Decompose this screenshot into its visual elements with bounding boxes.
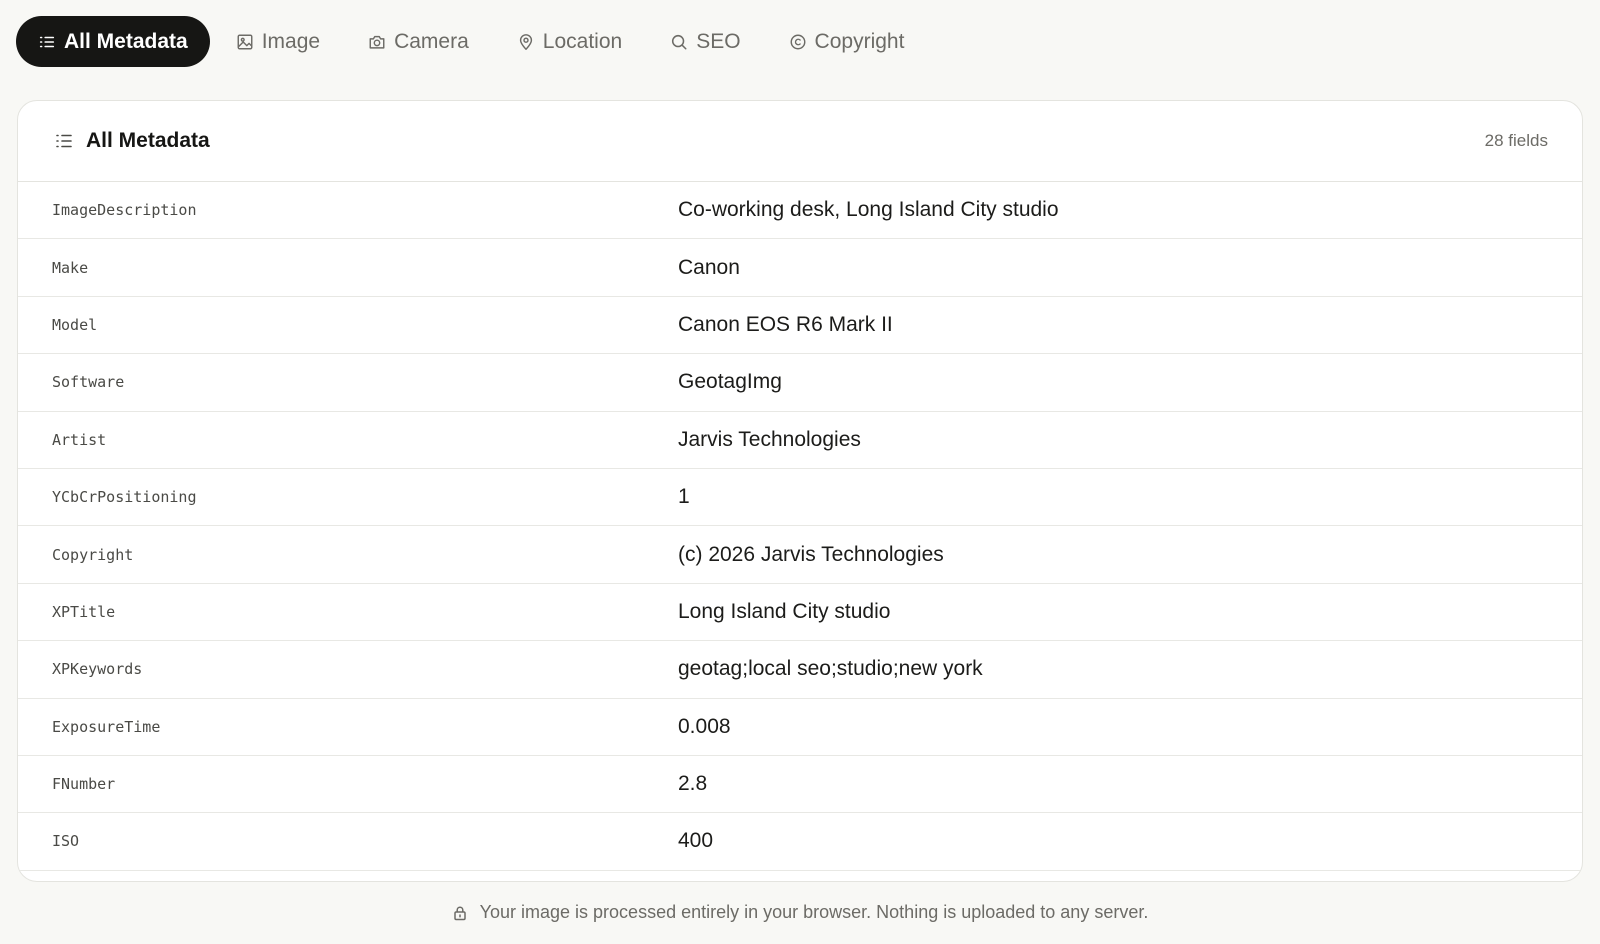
field-key: Artist xyxy=(52,430,107,449)
field-count: 28 fields xyxy=(1484,131,1548,150)
field-value: Long Island City studio xyxy=(678,599,891,623)
field-key: XPTitle xyxy=(52,602,116,621)
table-row: Make Canon xyxy=(18,239,1582,297)
field-key: FNumber xyxy=(52,775,116,794)
panel-title-group: All Metadata xyxy=(54,129,210,153)
field-key: Make xyxy=(52,258,89,277)
field-value: Co-working desk, Long Island City studio xyxy=(678,198,1059,222)
metadata-panel: All Metadata 28 fields ImageDescription C… xyxy=(17,100,1583,882)
table-row: ExposureTime 0.008 xyxy=(18,699,1582,756)
table-row: XPKeywords geotag;local seo;studio;new yo… xyxy=(18,641,1582,699)
tab-label: Image xyxy=(261,29,321,53)
field-value: GeotagImg xyxy=(678,370,782,394)
table-row: Software GeotagImg xyxy=(18,354,1582,412)
tab-location[interactable]: Location xyxy=(495,16,644,67)
tab-label: Camera xyxy=(394,29,469,53)
panel-header: All Metadata 28 fields xyxy=(18,101,1582,182)
table-row: ISO 400 xyxy=(18,813,1582,871)
tab-label: SEO xyxy=(696,29,741,53)
field-value: Canon xyxy=(678,255,740,279)
field-value: Jarvis Technologies xyxy=(678,427,861,451)
field-value: 0.008 xyxy=(678,714,731,738)
metadata-table: ImageDescription Co-working desk, Long Is… xyxy=(18,182,1582,871)
tab-label: Copyright xyxy=(814,29,905,53)
table-row: FNumber 2.8 xyxy=(18,756,1582,814)
privacy-notice-text: Your image is processed entirely in your… xyxy=(479,902,1149,922)
field-value: 1 xyxy=(678,485,690,509)
tab-all-metadata[interactable]: All Metadata xyxy=(16,16,210,67)
field-key: XPKeywords xyxy=(52,660,143,679)
field-value: 2.8 xyxy=(678,772,708,796)
camera-icon xyxy=(368,33,386,51)
table-row: ImageDescription Co-working desk, Long Is… xyxy=(18,182,1582,240)
tab-image[interactable]: Image xyxy=(214,16,342,67)
privacy-notice: Your image is processed entirely in your… xyxy=(0,902,1600,923)
image-icon xyxy=(236,33,254,51)
lock-icon xyxy=(452,905,468,921)
field-value: (c) 2026 Jarvis Technologies xyxy=(678,542,944,566)
metadata-tabs: All Metadata Image Camera Location SEO C… xyxy=(16,16,926,67)
tab-label: Location xyxy=(542,29,623,53)
tab-label: All Metadata xyxy=(64,29,188,53)
map-pin-icon xyxy=(517,33,535,51)
field-key: YCbCrPositioning xyxy=(52,488,197,507)
search-icon xyxy=(670,33,688,51)
field-value: 400 xyxy=(678,829,714,853)
table-row: Model Canon EOS R6 Mark II xyxy=(18,297,1582,355)
field-key: Software xyxy=(52,373,125,392)
field-key: ExposureTime xyxy=(52,717,161,736)
tab-seo[interactable]: SEO xyxy=(648,16,762,67)
copyright-icon xyxy=(789,33,807,51)
table-row: XPTitle Long Island City studio xyxy=(18,584,1582,642)
panel-title: All Metadata xyxy=(86,129,210,152)
table-row: YCbCrPositioning 1 xyxy=(18,469,1582,527)
field-key: ImageDescription xyxy=(52,201,197,220)
tab-camera[interactable]: Camera xyxy=(346,16,491,67)
field-value: geotag;local seo;studio;new york xyxy=(678,657,983,681)
field-key: ISO xyxy=(52,832,80,851)
list-icon xyxy=(38,33,56,51)
field-value: Canon EOS R6 Mark II xyxy=(678,312,893,336)
table-row: Copyright (c) 2026 Jarvis Technologies xyxy=(18,526,1582,584)
table-row: Artist Jarvis Technologies xyxy=(18,412,1582,469)
list-icon xyxy=(54,131,74,151)
tab-copyright[interactable]: Copyright xyxy=(767,16,927,67)
field-key: Copyright xyxy=(52,545,134,564)
field-key: Model xyxy=(52,315,98,334)
